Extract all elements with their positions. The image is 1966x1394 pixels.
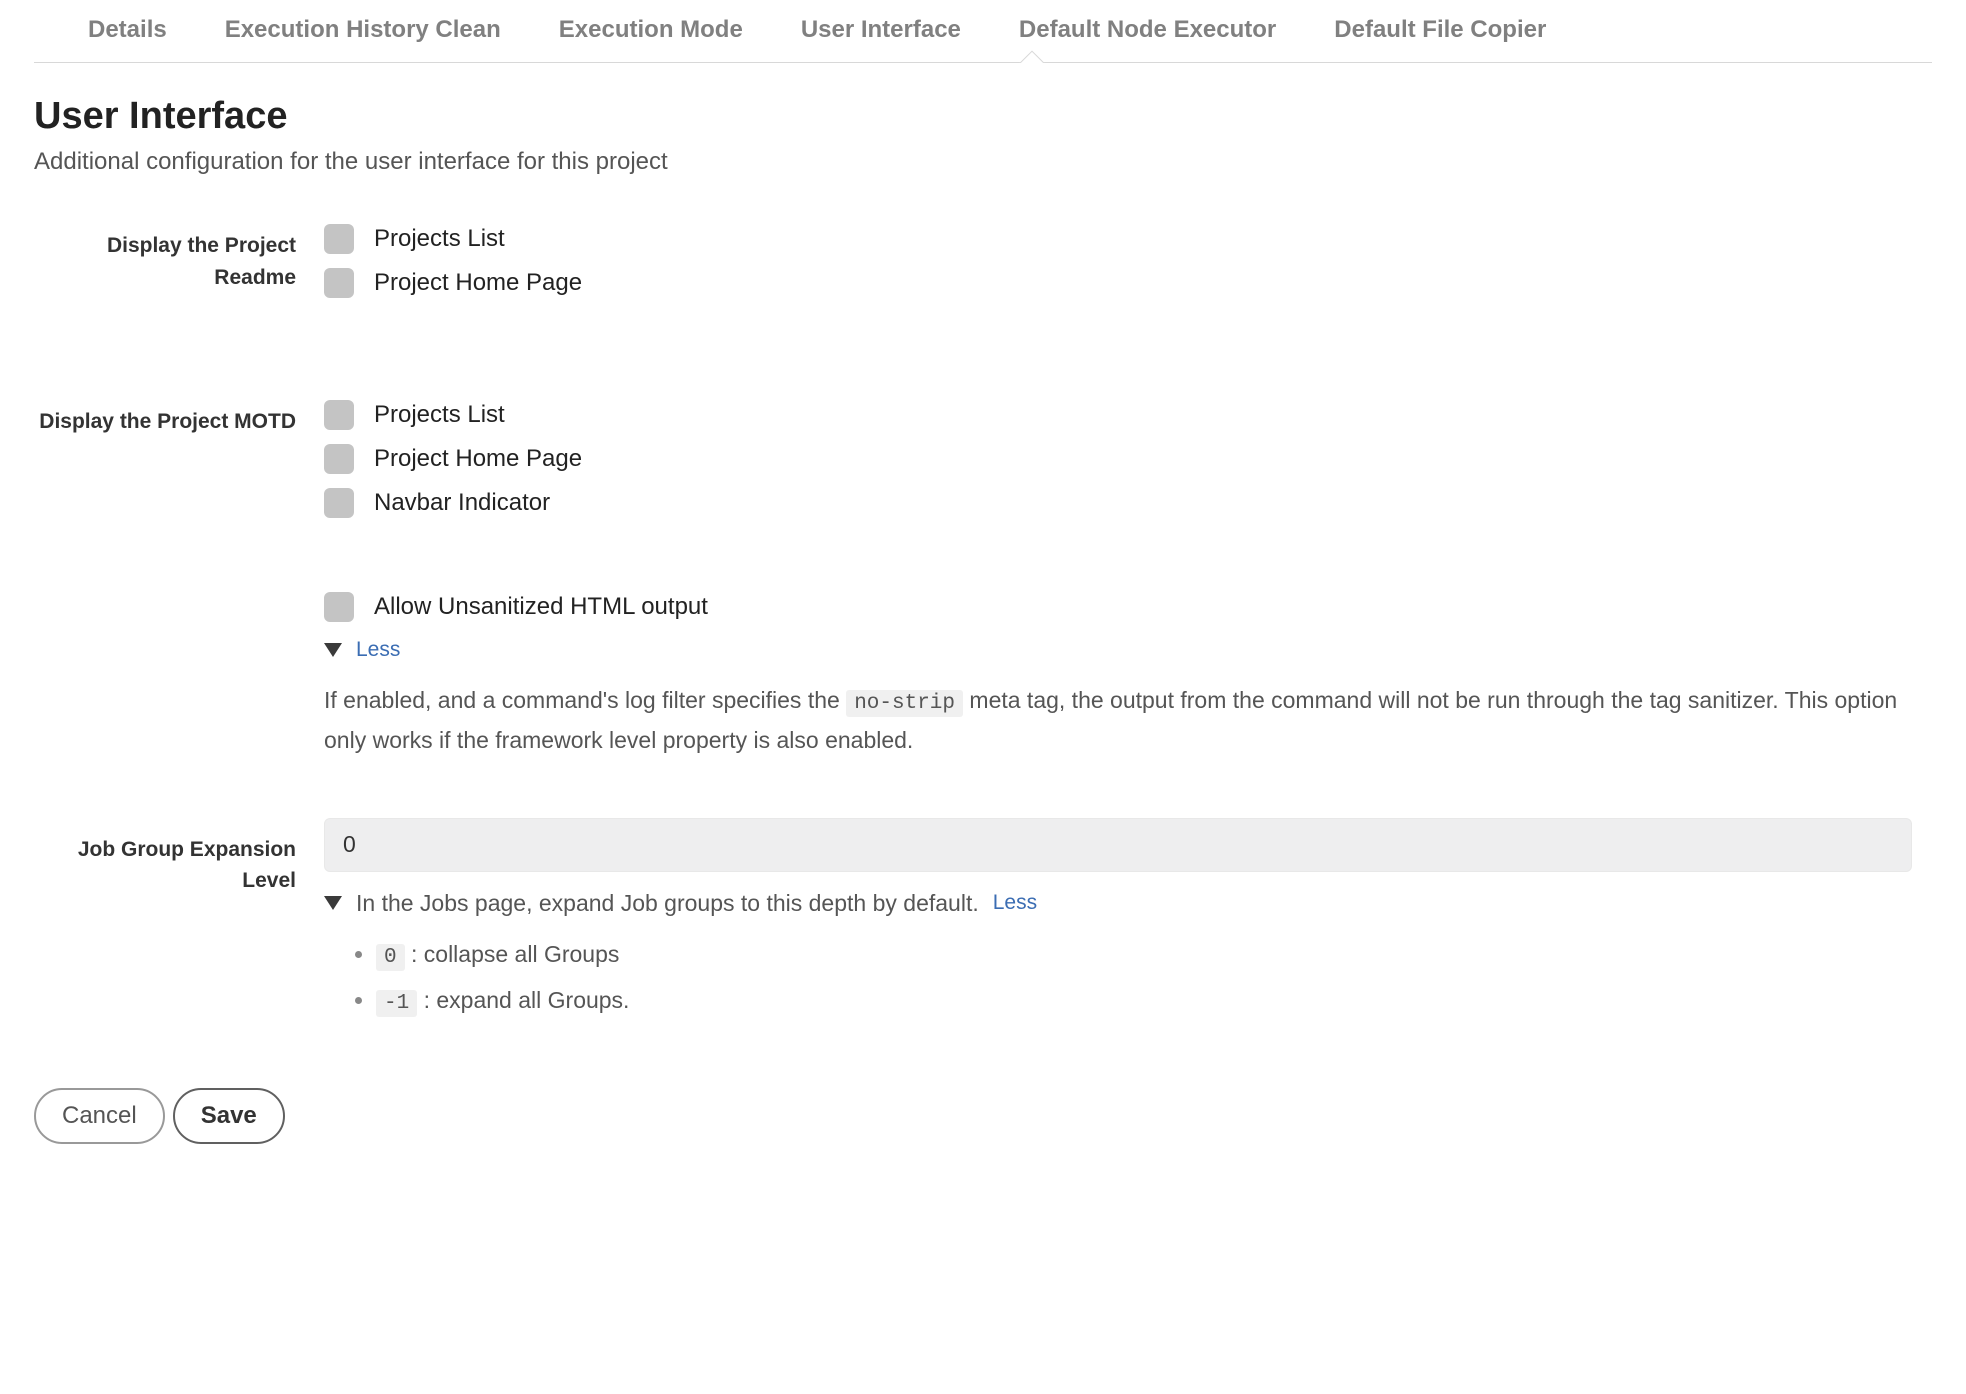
form-row-job-group: Job Group Expansion Level In the Jobs pa… <box>34 818 1932 1028</box>
cancel-button[interactable]: Cancel <box>34 1088 165 1144</box>
list-item: -1 : expand all Groups. <box>376 981 1912 1022</box>
tab-execution-mode[interactable]: Execution Mode <box>559 16 743 44</box>
tab-details[interactable]: Details <box>88 16 167 44</box>
code-neg-one: -1 <box>376 990 417 1017</box>
readme-option-home-page: Project Home Page <box>374 269 582 297</box>
job-group-help-list: 0 : collapse all Groups -1 : expand all … <box>324 935 1912 1022</box>
tab-execution-history-clean[interactable]: Execution History Clean <box>225 16 501 44</box>
unsanitized-html-label: Allow Unsanitized HTML output <box>374 593 708 621</box>
form-row-readme: Display the Project Readme Projects List… <box>34 224 1932 312</box>
motd-option-projects-list: Projects List <box>374 401 505 429</box>
job-group-label: Job Group Expansion Level <box>34 818 324 897</box>
unsanitized-html-help: If enabled, and a command's log filter s… <box>324 682 1912 760</box>
form-row-motd: Display the Project MOTD Projects List P… <box>34 400 1932 760</box>
save-button[interactable]: Save <box>173 1088 285 1144</box>
checkbox-readme-home-page[interactable] <box>324 268 354 298</box>
checkbox-unsanitized-html[interactable] <box>324 592 354 622</box>
page-title: User Interface <box>34 95 1932 138</box>
checkbox-motd-navbar[interactable] <box>324 488 354 518</box>
motd-option-navbar: Navbar Indicator <box>374 489 550 517</box>
no-strip-code: no-strip <box>846 690 963 717</box>
tab-default-file-copier[interactable]: Default File Copier <box>1334 16 1546 44</box>
checkbox-motd-projects-list[interactable] <box>324 400 354 430</box>
checkbox-readme-projects-list[interactable] <box>324 224 354 254</box>
tab-user-interface[interactable]: User Interface <box>801 16 961 44</box>
triangle-down-icon[interactable] <box>324 896 342 910</box>
job-group-hint: In the Jobs page, expand Job groups to t… <box>356 890 979 917</box>
tabs-bar: Details Execution History Clean Executio… <box>34 0 1932 63</box>
motd-option-home-page: Project Home Page <box>374 445 582 473</box>
readme-label: Display the Project Readme <box>34 224 324 293</box>
less-link-job-group[interactable]: Less <box>993 891 1037 915</box>
less-link-html[interactable]: Less <box>356 638 400 662</box>
page-subtitle: Additional configuration for the user in… <box>34 148 1932 176</box>
readme-option-projects-list: Projects List <box>374 225 505 253</box>
button-row: Cancel Save <box>34 1088 1932 1144</box>
tab-default-node-executor[interactable]: Default Node Executor <box>1019 16 1276 44</box>
motd-label: Display the Project MOTD <box>34 400 324 438</box>
active-tab-indicator-icon <box>1017 49 1045 63</box>
triangle-down-icon[interactable] <box>324 643 342 657</box>
list-item: 0 : collapse all Groups <box>376 935 1912 976</box>
job-group-expansion-input[interactable] <box>324 818 1912 872</box>
checkbox-motd-home-page[interactable] <box>324 444 354 474</box>
code-zero: 0 <box>376 944 405 971</box>
